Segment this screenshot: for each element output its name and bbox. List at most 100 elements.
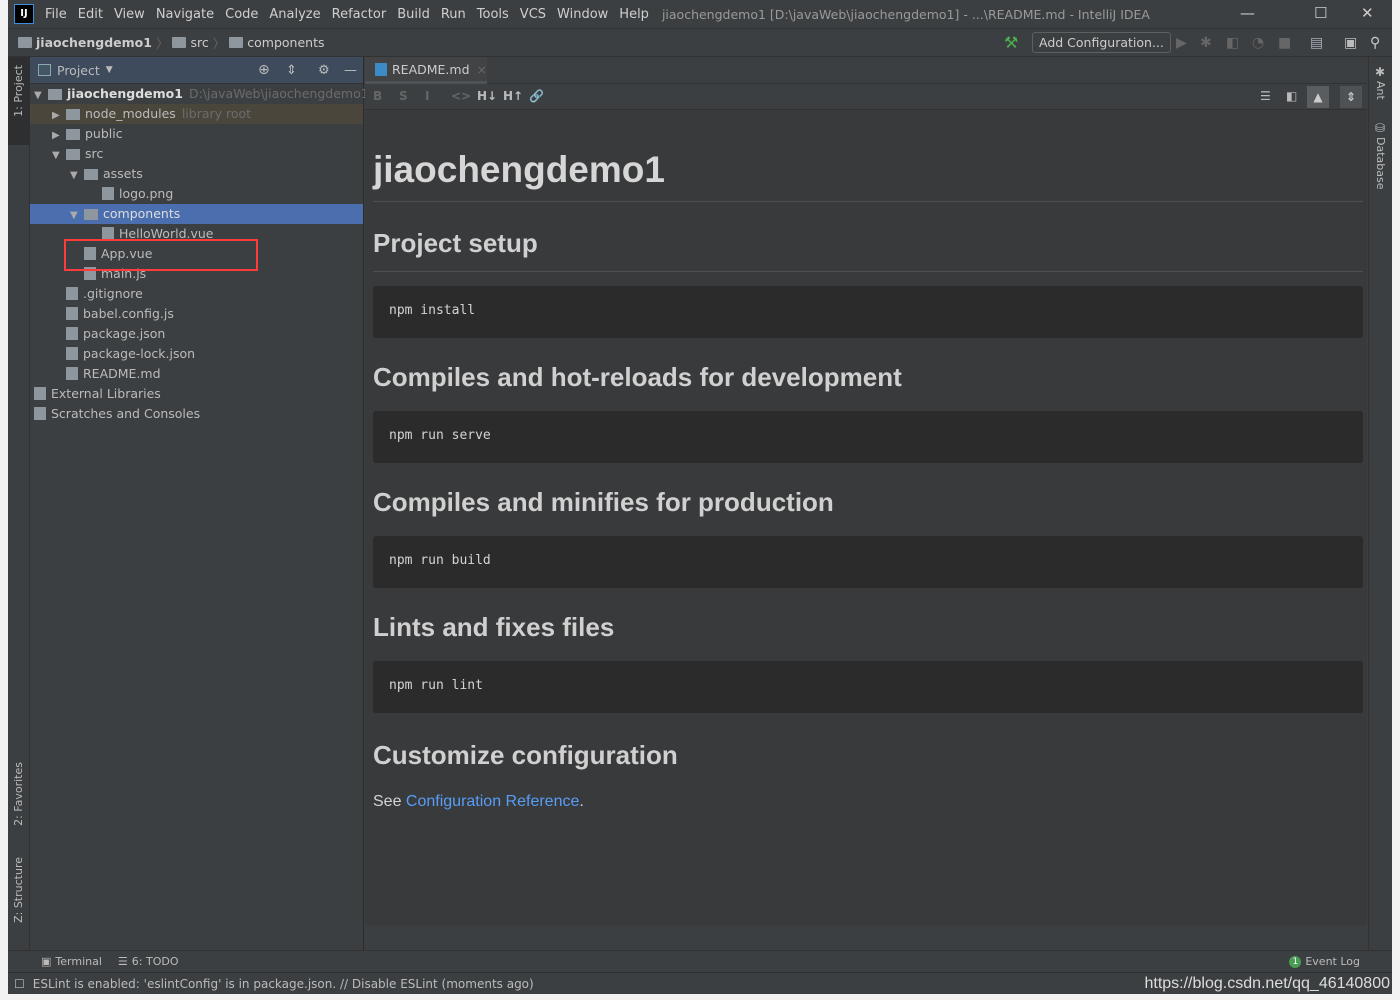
menu-navigate[interactable]: Navigate [156, 7, 214, 22]
status-message[interactable]: ESLint is enabled: 'eslintConfig' is in … [33, 977, 534, 991]
period: . [579, 793, 584, 810]
folder-icon [66, 109, 80, 120]
tree-item[interactable]: babel.config.js [30, 304, 363, 324]
chevron-down-icon[interactable]: ▼ [106, 65, 113, 75]
tree-item[interactable]: Scratches and Consoles [30, 404, 363, 424]
menu-tools[interactable]: Tools [477, 7, 509, 22]
menu-refactor[interactable]: Refactor [332, 7, 387, 22]
add-configuration-button[interactable]: Add Configuration... [1032, 32, 1171, 53]
ant-tool-tab[interactable]: Ant [1374, 81, 1387, 100]
favorites-tool-tab[interactable]: 2: Favorites [12, 762, 25, 826]
breadcrumb-src[interactable]: src [190, 35, 208, 50]
collapse-arrow-icon[interactable]: ▶ [52, 106, 66, 126]
md-toolbar-button[interactable]: <> [451, 89, 471, 103]
menu-help[interactable]: Help [619, 7, 649, 22]
database-tool-tab[interactable]: Database [1374, 137, 1387, 190]
project-tool-tab[interactable]: 1: Project [8, 57, 30, 145]
tree-item[interactable]: External Libraries [30, 384, 363, 404]
code-block: npm run serve [373, 411, 1363, 463]
collapse-all-icon[interactable]: ⇕ [286, 63, 297, 78]
profile-icon[interactable]: ◔ [1252, 35, 1264, 51]
code-block: npm run lint [373, 661, 1363, 713]
coverage-icon[interactable]: ◧ [1226, 35, 1239, 51]
tree-item[interactable]: ▼ src [30, 144, 363, 164]
hide-icon[interactable]: — [344, 63, 357, 78]
tree-item-label: babel.config.js [83, 306, 174, 321]
tab-readme[interactable]: README.md × [365, 57, 487, 84]
menu-window[interactable]: Window [557, 7, 608, 22]
file-icon [66, 307, 78, 320]
title-bar: IJ File Edit View Navigate Code Analyze Refact… [8, 0, 1392, 28]
section-heading: Project setup [373, 228, 1363, 272]
locate-icon[interactable]: ⊕ [258, 62, 270, 78]
tree-item[interactable]: ▼ components [30, 204, 363, 224]
expand-arrow-icon[interactable]: ▼ [34, 86, 48, 106]
configuration-reference-link[interactable]: Configuration Reference [406, 793, 579, 810]
tree-item[interactable]: ▼ assets [30, 164, 363, 184]
menu-build[interactable]: Build [397, 7, 430, 22]
breadcrumb-components[interactable]: components [247, 35, 324, 50]
menu-code[interactable]: Code [225, 7, 258, 22]
split-view-icon[interactable]: ◧ [1286, 89, 1297, 103]
project-tool-label[interactable]: 1: Project [12, 65, 25, 117]
todo-tab[interactable]: 6: TODO [132, 955, 179, 968]
scroll-sync-icon[interactable]: ⇕ [1340, 86, 1362, 108]
menu-run[interactable]: Run [441, 7, 466, 22]
md-toolbar-button[interactable]: B [373, 89, 382, 103]
build-hammer-icon[interactable]: ⚒ [1004, 33, 1018, 52]
gear-icon[interactable]: ⚙ [318, 63, 330, 78]
minimize-button[interactable]: — [1240, 4, 1255, 22]
md-toolbar-button[interactable]: H↑ [503, 89, 523, 103]
intellij-logo-icon: IJ [14, 4, 34, 24]
search-icon[interactable]: ⚲ [1370, 35, 1380, 51]
terminal-tab[interactable]: Terminal [55, 955, 102, 968]
tree-item[interactable]: ▼ jiaochengdemo1 D:\javaWeb\jiaochengdemo1 [30, 84, 369, 106]
editor-only-icon[interactable]: ☰ [1260, 89, 1271, 103]
stop-icon[interactable]: ■ [1278, 35, 1291, 51]
database-icon[interactable]: ⛁ [1375, 121, 1385, 135]
left-tool-strip: 1: Project 2: Favorites Z: Structure [8, 57, 30, 950]
tree-item[interactable]: ▶ node_modules library root [30, 104, 363, 124]
md-toolbar-button[interactable]: 🔗 [529, 89, 544, 103]
md-toolbar-button[interactable]: S [399, 89, 408, 103]
tree-item[interactable]: README.md [30, 364, 363, 384]
preview-only-icon[interactable]: ▲ [1307, 86, 1329, 108]
file-icon [34, 387, 46, 400]
structure-tool-tab[interactable]: Z: Structure [12, 857, 25, 923]
project-structure-icon[interactable]: ▤ [1310, 35, 1323, 51]
tree-item-label: README.md [83, 366, 161, 381]
menu-view[interactable]: View [114, 7, 145, 22]
section-heading: Customize configuration [373, 740, 678, 770]
tree-item[interactable]: package.json [30, 324, 363, 344]
debug-icon[interactable]: ✱ [1200, 35, 1212, 51]
maximize-button[interactable]: ☐ [1314, 4, 1327, 22]
collapse-arrow-icon[interactable]: ▶ [52, 126, 66, 146]
ant-icon[interactable]: ✱ [1375, 65, 1385, 79]
menu-vcs[interactable]: VCS [520, 7, 546, 22]
menu-analyze[interactable]: Analyze [269, 7, 320, 22]
md-toolbar-button[interactable]: I [425, 89, 429, 103]
event-log-tab[interactable]: Event Log [1305, 955, 1360, 968]
menu-edit[interactable]: Edit [78, 7, 103, 22]
close-tab-icon[interactable]: × [477, 62, 487, 77]
tree-item-label: logo.png [119, 186, 174, 201]
tree-item[interactable]: logo.png [30, 184, 363, 204]
run-anything-icon[interactable]: ▣ [1344, 35, 1357, 51]
tab-label: README.md [391, 61, 470, 77]
breadcrumb-project[interactable]: jiaochengdemo1 [36, 35, 152, 50]
expand-arrow-icon[interactable]: ▼ [70, 206, 84, 226]
tree-item[interactable]: ▶ public [30, 124, 363, 144]
markdown-preview: jiaochengdemo1 Project setup npm install C… [373, 111, 1363, 811]
expand-arrow-icon[interactable]: ▼ [52, 146, 66, 166]
bottom-tool-bar: ▣ Terminal ☰ 6: TODO 1 Event Log [8, 950, 1392, 972]
tree-item[interactable]: package-lock.json [30, 344, 363, 364]
expand-arrow-icon[interactable]: ▼ [70, 166, 84, 186]
file-icon [66, 287, 78, 300]
project-view-dropdown[interactable]: Project [57, 63, 100, 78]
md-toolbar-button[interactable]: H↓ [477, 89, 497, 103]
readme-title: jiaochengdemo1 [373, 149, 1363, 202]
menu-file[interactable]: File [45, 7, 67, 22]
close-button[interactable]: ✕ [1361, 4, 1374, 22]
tree-item[interactable]: .gitignore [30, 284, 363, 304]
run-icon[interactable]: ▶ [1176, 35, 1187, 51]
